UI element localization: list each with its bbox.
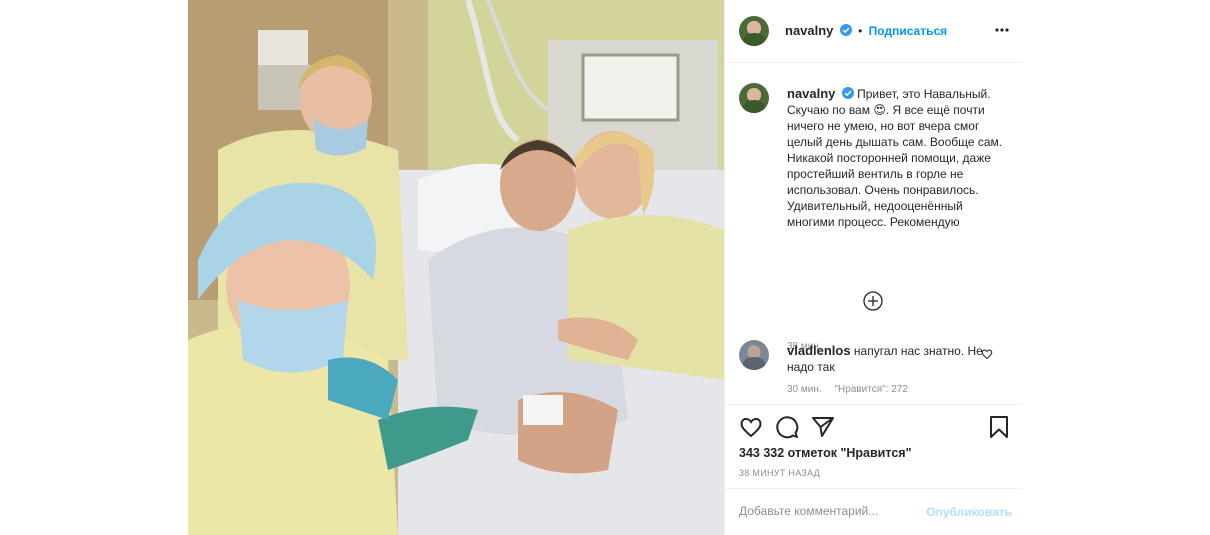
post-header: navalny • Подписаться <box>725 0 1022 63</box>
heart-icon[interactable] <box>739 415 763 439</box>
comment-timestamp[interactable]: 30 мин. <box>787 384 822 395</box>
caption-author-avatar[interactable] <box>739 83 769 113</box>
post-timestamp[interactable]: 38 МИНУТ НАЗАД <box>739 468 820 478</box>
bookmark-icon[interactable] <box>987 415 1011 439</box>
post-side-panel: navalny • Подписаться navalny Привет, эт… <box>724 0 1022 535</box>
comment-input[interactable] <box>739 504 929 518</box>
caption-author-username[interactable]: navalny <box>787 86 835 101</box>
comment-meta: 30 мин. "Нравится": 272 <box>787 384 918 395</box>
follow-button[interactable]: Подписаться <box>869 24 947 38</box>
comment-item: vladlenlos напугал нас знатно. Не надо т… <box>739 340 1019 400</box>
share-icon[interactable] <box>811 415 835 439</box>
instagram-post: navalny • Подписаться navalny Привет, эт… <box>188 0 1022 535</box>
post-photo[interactable] <box>188 0 724 535</box>
more-options-icon[interactable] <box>994 22 1010 38</box>
author-line: navalny • Подписаться <box>785 23 947 38</box>
load-more-comments-icon[interactable] <box>863 291 883 311</box>
comment-icon[interactable] <box>775 415 799 439</box>
publish-button[interactable]: Опубликовать <box>926 505 1012 519</box>
comment-likes-count[interactable]: "Нравится": 272 <box>834 384 907 395</box>
author-avatar[interactable] <box>739 16 769 46</box>
add-comment-bar: Опубликовать <box>725 488 1022 535</box>
separator-dot: • <box>858 24 863 38</box>
caption-text: Привет, это Навальный. Скучаю по вам 😍. … <box>787 87 1003 229</box>
comment-body: vladlenlos напугал нас знатно. Не надо т… <box>787 343 987 375</box>
verified-badge-icon <box>841 87 854 99</box>
author-username[interactable]: navalny <box>785 23 833 38</box>
verified-badge-icon <box>839 24 852 36</box>
post-actions-bar: 343 332 отметок "Нравится" 38 МИНУТ НАЗА… <box>725 404 1022 488</box>
hospital-selfie-image <box>188 0 724 535</box>
commenter-avatar[interactable] <box>739 340 769 370</box>
caption-body: navalny Привет, это Навальный. Скучаю по… <box>787 86 1007 230</box>
commenter-username[interactable]: vladlenlos <box>787 343 851 358</box>
likes-count[interactable]: 343 332 отметок "Нравится" <box>739 446 912 460</box>
comment-like-heart-icon[interactable] <box>981 348 993 360</box>
